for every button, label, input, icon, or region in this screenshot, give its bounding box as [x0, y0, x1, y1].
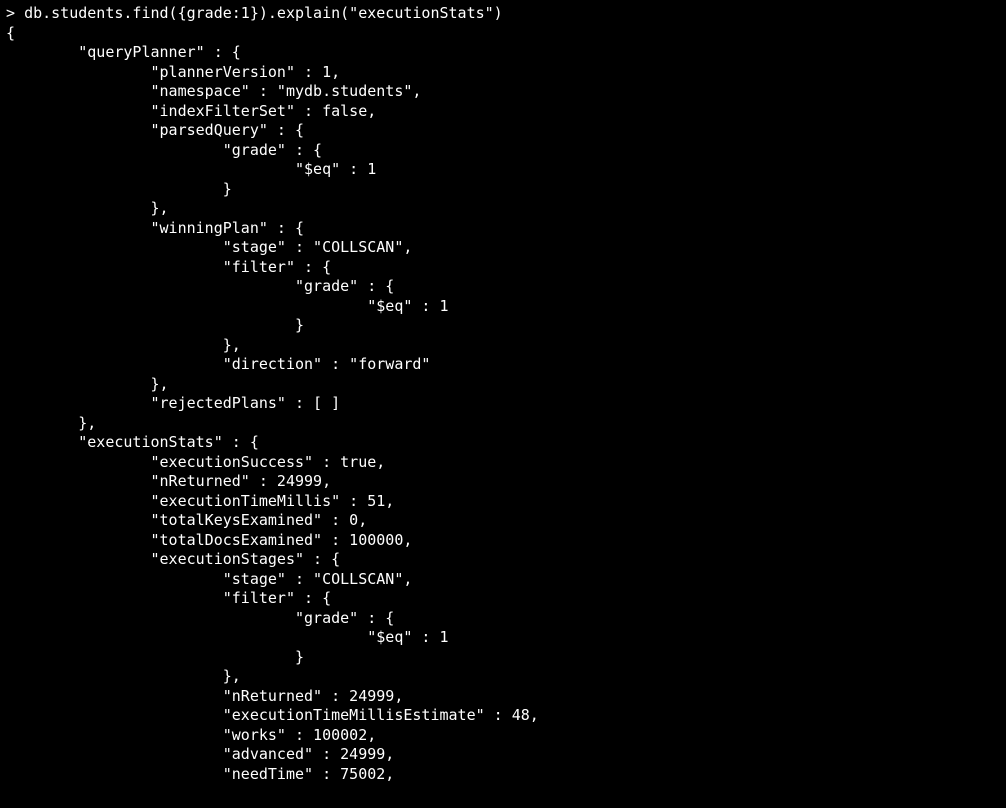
command-line: db.students.find({grade:1}).explain("exe… — [24, 4, 503, 22]
shell-prompt: > — [6, 4, 24, 22]
terminal[interactable]: > db.students.find({grade:1}).explain("e… — [0, 0, 1006, 788]
command-output: { "queryPlanner" : { "plannerVersion" : … — [6, 24, 539, 783]
